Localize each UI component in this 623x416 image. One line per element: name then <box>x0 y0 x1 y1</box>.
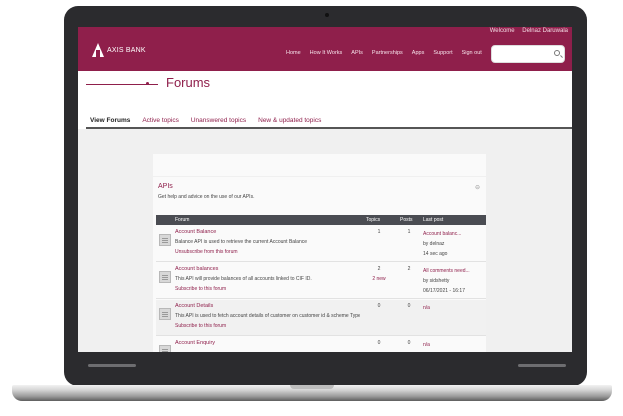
bezel-vent-right <box>518 364 566 367</box>
col-topics: Topics <box>366 217 381 223</box>
table-row: Account Enquiry 0 0 n/a <box>156 337 486 352</box>
nav-partnerships[interactable]: Partnerships <box>372 50 403 56</box>
collapse-icon[interactable]: ⊖ <box>475 184 480 191</box>
topic-count: 1 <box>377 229 381 235</box>
user-strip: Welcome Delnaz Daruwala <box>484 28 568 34</box>
search-input[interactable] <box>491 45 565 63</box>
brand-logo[interactable]: AXIS BANK <box>92 41 146 59</box>
forum-title-link[interactable]: Account Details <box>175 303 213 309</box>
col-last-post: Last post <box>423 217 444 223</box>
nav-sign-out[interactable]: Sign out <box>462 50 482 56</box>
nav-home[interactable]: Home <box>286 50 301 56</box>
subscription-link[interactable]: Unsubscribe from this forum <box>175 249 238 255</box>
last-post-author: by delnaz <box>423 241 445 247</box>
page-title: Forums <box>166 75 211 90</box>
welcome-text: Welcome <box>489 28 515 34</box>
nav-support[interactable]: Support <box>433 50 452 56</box>
axis-logo-icon <box>92 43 104 57</box>
site-header: Welcome Delnaz Daruwala AXIS BANK Home H… <box>78 27 572 71</box>
topic-count: 0 <box>377 303 381 309</box>
col-posts: Posts <box>400 217 413 223</box>
last-post-link[interactable]: All comments need... <box>423 266 485 276</box>
tab-unanswered-topics[interactable]: Unanswered topics <box>191 117 246 124</box>
table-header: Forum Topics Posts Last post <box>156 215 486 225</box>
post-count: 0 <box>407 303 411 309</box>
title-dot <box>146 82 149 85</box>
forum-category-description: Get help and advice on the use of our AP… <box>158 194 255 200</box>
forum-card: APIs Get help and advice on the use of o… <box>153 177 486 352</box>
new-topics-link[interactable]: 2 new <box>366 276 392 282</box>
bezel-vent-left <box>88 364 136 367</box>
nav-apps[interactable]: Apps <box>412 50 425 56</box>
nav-how-it-works[interactable]: How It Works <box>310 50 343 56</box>
last-post-author: by sidshetty <box>423 278 450 284</box>
webcam-icon <box>325 13 329 17</box>
col-forum: Forum <box>175 217 190 223</box>
topic-count: 2 <box>377 266 381 272</box>
table-row: Account Details This API is used to fetc… <box>156 300 486 336</box>
forum-title-link[interactable]: Account balances <box>175 266 218 272</box>
last-post: All comments need... by sidshetty 06/17/… <box>423 266 485 296</box>
post-count: 0 <box>407 340 411 346</box>
table-row: Account Balance Balance API is used to r… <box>156 226 486 262</box>
last-post: n/a <box>423 303 485 313</box>
forum-title-link[interactable]: Account Enquiry <box>175 340 215 346</box>
tab-view-forums[interactable]: View Forums <box>90 117 130 124</box>
post-count: 1 <box>407 229 411 235</box>
laptop-screen: Welcome Delnaz Daruwala AXIS BANK Home H… <box>78 27 572 352</box>
topic-count: 0 <box>377 340 381 346</box>
nav-apis[interactable]: APIs <box>351 50 363 56</box>
forum-icon <box>159 234 171 246</box>
last-post: Account balanc... by delnaz 14 sec ago <box>423 229 485 259</box>
subscription-link[interactable]: Subscribe to this forum <box>175 323 226 329</box>
last-post-link[interactable]: Account balanc... <box>423 229 485 239</box>
forum-title-link[interactable]: Account Balance <box>175 229 216 235</box>
forum-description: Balance API is used to retrieve the curr… <box>175 239 308 245</box>
user-name-link[interactable]: Delnaz Daruwala <box>522 28 568 34</box>
forum-category-title[interactable]: APIs <box>158 183 173 190</box>
forum-icon <box>159 271 171 283</box>
tab-new-updated-topics[interactable]: New & updated topics <box>258 117 321 124</box>
forum-tabs: View Forums Active topics Unanswered top… <box>90 117 321 124</box>
main-content: APIs Get help and advice on the use of o… <box>78 129 572 352</box>
subscription-link[interactable]: Subscribe to this forum <box>175 286 226 292</box>
tab-active-topics[interactable]: Active topics <box>142 117 179 124</box>
last-post-time: 06/17/2021 - 16:17 <box>423 288 465 294</box>
last-post-link: n/a <box>423 305 430 311</box>
search-icon[interactable] <box>554 50 560 56</box>
table-row: Account balances This API will provide b… <box>156 263 486 299</box>
last-post: n/a <box>423 340 485 350</box>
last-post-link: n/a <box>423 342 430 348</box>
laptop-base-notch <box>290 385 334 389</box>
post-count: 2 <box>407 266 411 272</box>
card-header <box>153 154 486 176</box>
forum-description: This API is used to fetch account detail… <box>175 313 360 319</box>
main-nav: Home How It Works APIs Partnerships Apps… <box>286 50 482 56</box>
last-post-time: 14 sec ago <box>423 251 448 257</box>
brand-name: AXIS BANK <box>107 46 146 54</box>
forum-icon <box>159 345 171 352</box>
forum-description: This API will provide balances of all ac… <box>175 276 312 282</box>
forum-icon <box>159 308 171 320</box>
